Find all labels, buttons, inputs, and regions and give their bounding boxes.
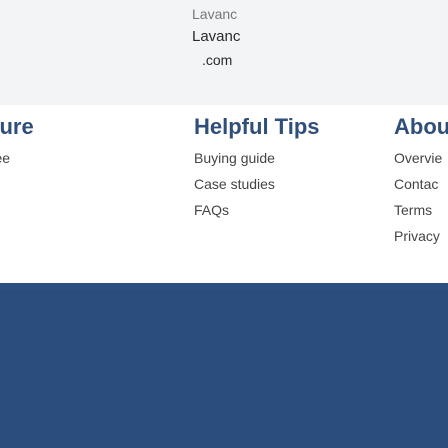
footer-link-faqs[interactable]: FAQs <box>194 201 414 219</box>
footer-link-buying-guide[interactable]: Buying guide <box>194 149 414 167</box>
brand-domain-suffix: .com <box>202 52 233 68</box>
footer-link-guarantee[interactable]: antee <box>0 149 160 167</box>
brand-banner: Lavanc Lavanc .com <box>0 0 448 105</box>
footer-column-helpful-tips: Helpful Tips Buying guide Case studies F… <box>194 105 414 219</box>
footer-card: Lavanc Lavanc .com ecure antee Helpful T… <box>0 0 448 283</box>
footer-link-contact[interactable]: Contac <box>394 175 448 193</box>
footer-column-about: Abou Overvie Contac Terms Privacy <box>394 105 448 245</box>
brand-text-top: Lavanc <box>192 6 238 22</box>
footer-background-bottom <box>0 290 448 448</box>
footer-link-privacy[interactable]: Privacy <box>394 227 448 245</box>
footer-link-terms[interactable]: Terms <box>394 201 448 219</box>
brand-text: Lavanc <box>192 28 241 45</box>
footer-column-title: Helpful Tips <box>194 114 320 139</box>
footer-column-title: ecure <box>0 114 34 139</box>
footer-column-secure: ecure antee <box>0 105 160 167</box>
footer-link-overview[interactable]: Overvie <box>394 149 448 167</box>
footer-link-case-studies[interactable]: Case studies <box>194 175 414 193</box>
footer-column-title: Abou <box>394 114 448 139</box>
